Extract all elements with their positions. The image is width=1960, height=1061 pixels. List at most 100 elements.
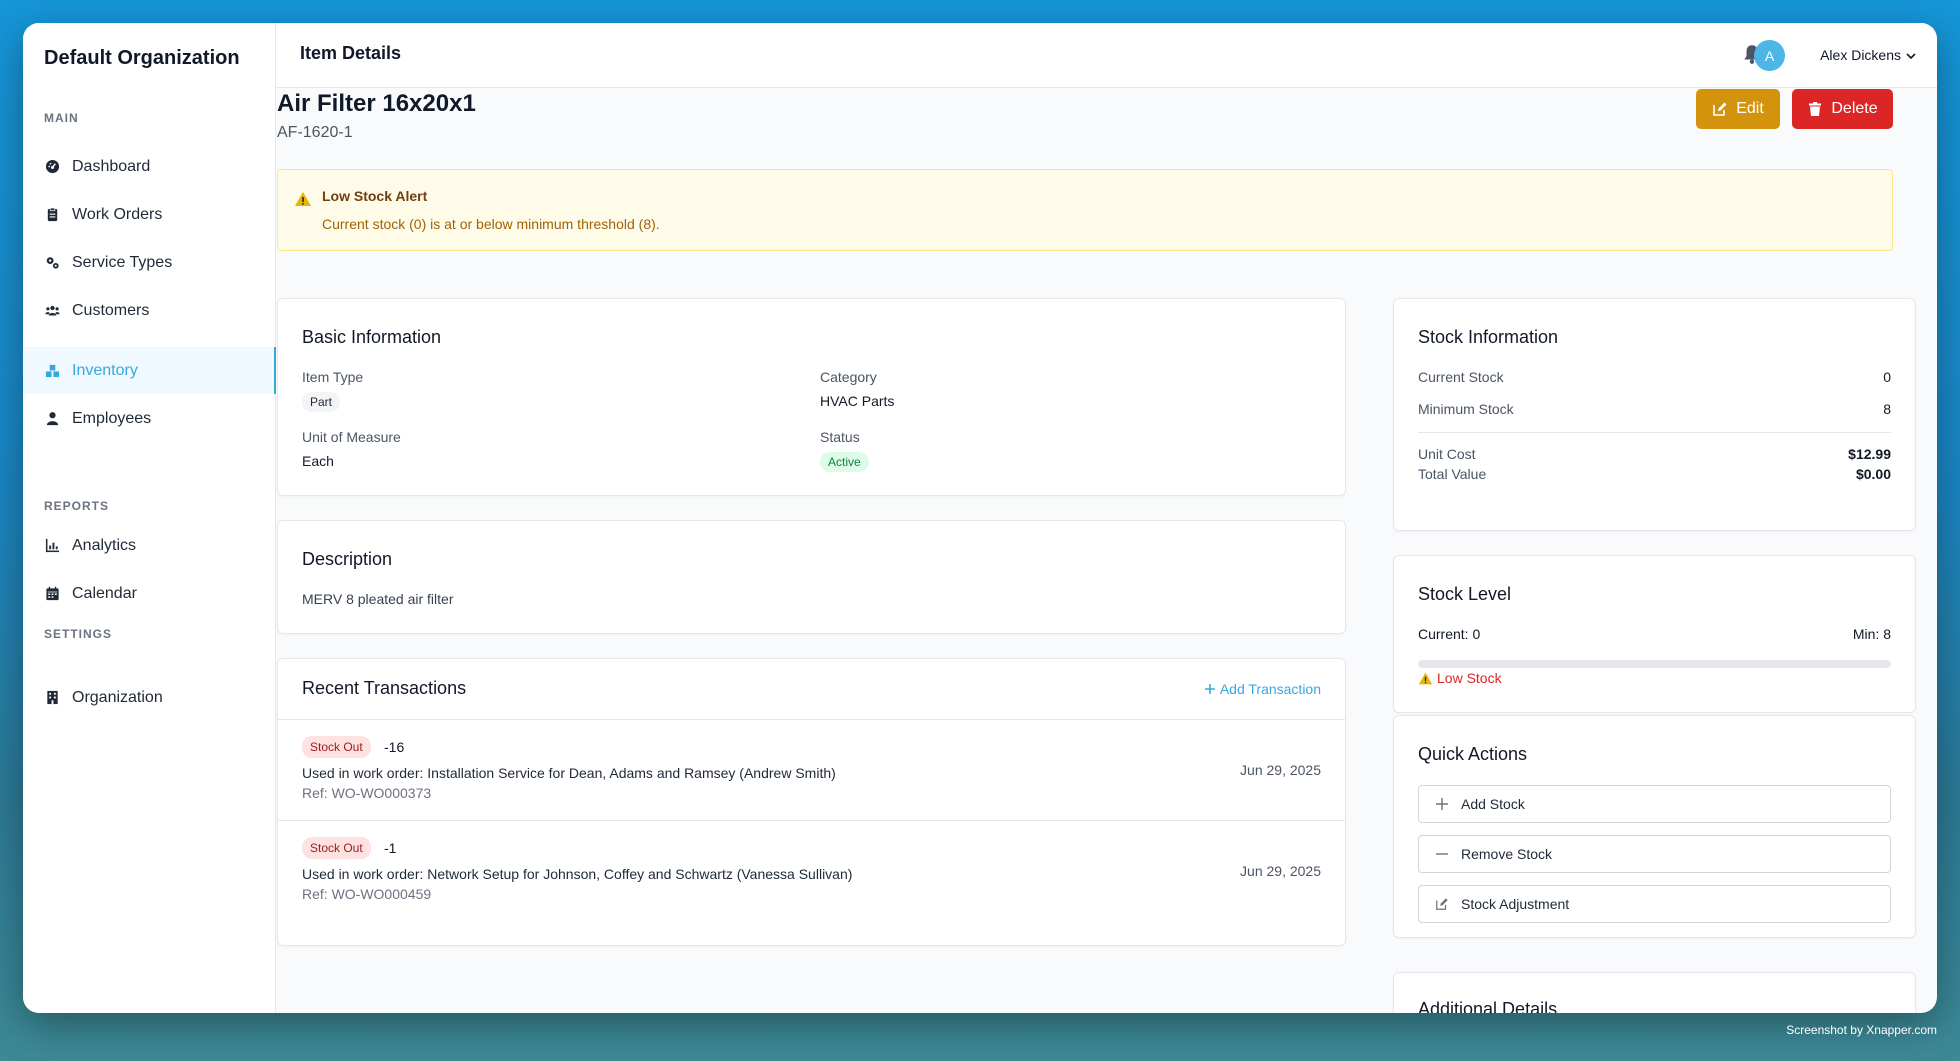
users-icon <box>44 303 60 319</box>
item-name: Air Filter 16x20x1 <box>277 90 476 117</box>
card-title: Recent Transactions <box>302 678 467 698</box>
card-title: Additional Details <box>1418 999 1558 1013</box>
sidebar-item-customers[interactable]: Customers <box>23 287 276 334</box>
sidebar-item-label: Inventory <box>72 361 138 379</box>
top-bar: Item Details A Alex Dickens <box>276 23 1937 88</box>
sidebar-item-label: Work Orders <box>72 205 163 223</box>
card-title: Quick Actions <box>1418 744 1528 764</box>
stock-level-card: Stock Level Current: 0 Min: 8 Low Stock <box>1393 555 1916 713</box>
warning-icon <box>294 190 312 208</box>
page-title: Item Details <box>300 43 402 63</box>
sidebar-item-work-orders[interactable]: Work Orders <box>23 191 276 238</box>
quick-actions-card: Quick Actions Add Stock Remove Stock Sto… <box>1393 715 1916 938</box>
category-value: HVAC Parts <box>820 393 895 409</box>
trash-icon <box>1809 102 1822 116</box>
unit-cost-value: $12.99 <box>1848 446 1891 462</box>
edit-button[interactable]: Edit <box>1696 89 1780 129</box>
basic-information-card: Basic Information Item Type Part Categor… <box>277 298 1346 496</box>
sidebar-item-analytics[interactable]: Analytics <box>23 522 276 569</box>
gears-icon <box>44 255 60 271</box>
total-value-label: Total Value <box>1418 466 1487 482</box>
item-type-label: Item Type <box>302 369 364 385</box>
sidebar: Default Organization MAIN Dashboard Work… <box>23 23 276 1013</box>
add-transaction-label: Add Transaction <box>1219 681 1321 697</box>
sidebar-item-organization[interactable]: Organization <box>23 674 276 721</box>
transaction-row[interactable]: Stock Out -1 Used in work order: Network… <box>278 820 1345 921</box>
additional-details-card: Additional Details <box>1393 972 1916 1013</box>
current-stock-label: Current Stock <box>1418 369 1504 385</box>
stock-level-bar <box>1418 660 1891 668</box>
boxes-icon <box>44 363 60 379</box>
transaction-reference: Ref: WO-WO000459 <box>302 886 432 902</box>
sidebar-section-settings: SETTINGS <box>44 627 113 641</box>
sidebar-item-label: Analytics <box>72 536 137 554</box>
transaction-date: Jun 29, 2025 <box>1240 762 1321 778</box>
remove-stock-label: Remove Stock <box>1461 846 1553 862</box>
sidebar-section-main: MAIN <box>44 111 79 125</box>
user-icon <box>44 411 60 427</box>
app-window: Default Organization MAIN Dashboard Work… <box>23 23 1937 1013</box>
stock-level-current: Current: 0 <box>1418 626 1481 642</box>
alert-title: Low Stock Alert <box>322 188 428 204</box>
item-type-badge: Part <box>302 392 341 412</box>
sidebar-item-label: Service Types <box>72 253 173 271</box>
chart-icon <box>44 538 60 554</box>
transaction-description: Used in work order: Network Setup for Jo… <box>302 866 853 882</box>
transaction-row[interactable]: Stock Out -16 Used in work order: Instal… <box>278 719 1345 820</box>
card-title: Description <box>302 549 393 569</box>
transaction-date: Jun 29, 2025 <box>1240 863 1321 879</box>
alert-message: Current stock (0) is at or below minimum… <box>322 216 660 232</box>
description-card: Description MERV 8 pleated air filter <box>277 520 1346 634</box>
card-title: Basic Information <box>302 327 442 347</box>
stock-level-min: Min: 8 <box>1852 626 1891 642</box>
chevron-down-icon[interactable] <box>1905 49 1917 61</box>
category-label: Category <box>820 369 877 385</box>
sidebar-item-label: Customers <box>72 301 150 319</box>
transaction-reference: Ref: WO-WO000373 <box>302 785 432 801</box>
stock-information-card: Stock Information Current Stock 0 Minimu… <box>1393 298 1916 531</box>
recent-transactions-card: Recent Transactions Add Transaction Stoc… <box>277 658 1346 946</box>
transaction-quantity: -16 <box>384 739 405 755</box>
plus-icon <box>1436 798 1448 810</box>
sidebar-item-label: Employees <box>72 409 152 427</box>
avatar[interactable]: A <box>1754 40 1785 71</box>
minimum-stock-label: Minimum Stock <box>1418 401 1514 417</box>
sidebar-item-label: Dashboard <box>72 157 151 175</box>
sidebar-item-calendar[interactable]: Calendar <box>23 570 276 617</box>
card-title: Stock Information <box>1418 327 1559 347</box>
status-badge: Active <box>820 452 869 472</box>
stock-adjustment-button[interactable]: Stock Adjustment <box>1418 885 1891 923</box>
stock-adjustment-label: Stock Adjustment <box>1461 896 1570 912</box>
card-title: Stock Level <box>1418 584 1512 604</box>
remove-stock-button[interactable]: Remove Stock <box>1418 835 1891 873</box>
low-stock-alert: Low Stock Alert Current stock (0) is at … <box>277 169 1893 251</box>
status-label: Status <box>820 429 860 445</box>
sidebar-item-inventory[interactable]: Inventory <box>23 347 276 394</box>
calendar-icon <box>44 586 60 602</box>
edit-icon <box>1436 898 1448 910</box>
user-name[interactable]: Alex Dickens <box>1820 47 1901 63</box>
sidebar-item-dashboard[interactable]: Dashboard <box>23 143 276 190</box>
sidebar-item-employees[interactable]: Employees <box>23 395 276 442</box>
total-value-value: $0.00 <box>1855 466 1891 482</box>
stock-status: Low Stock <box>1418 670 1502 686</box>
stock-status-text: Low Stock <box>1437 670 1502 686</box>
minimum-stock-value: 8 <box>1883 401 1891 417</box>
transaction-quantity: -1 <box>384 840 397 856</box>
sidebar-item-service-types[interactable]: Service Types <box>23 239 276 286</box>
add-stock-button[interactable]: Add Stock <box>1418 785 1891 823</box>
plus-icon <box>1204 684 1215 694</box>
clipboard-icon <box>44 207 60 223</box>
divider <box>1418 432 1891 433</box>
add-transaction-link[interactable]: Add Transaction <box>1204 681 1321 697</box>
watermark: Screenshot by Xnapper.com <box>1786 1023 1937 1037</box>
unit-cost-label: Unit Cost <box>1418 446 1476 462</box>
edit-icon <box>1713 102 1727 116</box>
minus-icon <box>1436 853 1448 855</box>
organization-name: Default Organization <box>44 47 240 69</box>
building-icon <box>44 690 60 706</box>
transaction-type-badge: Stock Out <box>302 736 371 758</box>
sidebar-item-label: Organization <box>72 688 163 706</box>
delete-button[interactable]: Delete <box>1792 89 1893 129</box>
transaction-type-badge: Stock Out <box>302 837 371 859</box>
